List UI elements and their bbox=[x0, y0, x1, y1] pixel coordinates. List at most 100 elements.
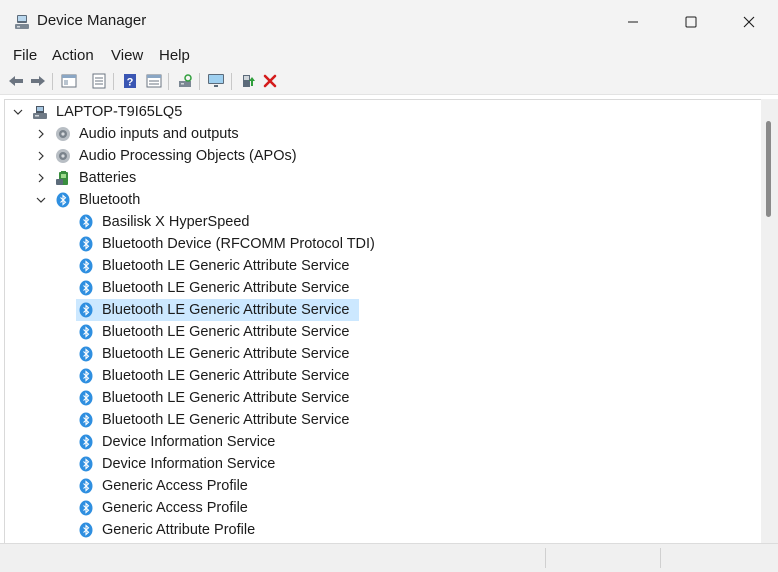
tree-category-batteries[interactable]: Batteries bbox=[5, 167, 762, 189]
forward-button[interactable] bbox=[29, 72, 47, 90]
status-bar bbox=[0, 543, 778, 572]
list-view-icon bbox=[92, 73, 106, 89]
device-label: Bluetooth LE Generic Attribute Service bbox=[102, 302, 350, 318]
tree-root[interactable]: LAPTOP-T9I65LQ5 bbox=[5, 101, 762, 123]
bluetooth-icon bbox=[79, 280, 93, 296]
menu-action[interactable]: Action bbox=[52, 47, 94, 64]
computer-icon bbox=[33, 106, 47, 119]
device-label: Bluetooth LE Generic Attribute Service bbox=[102, 368, 350, 384]
forward-icon bbox=[31, 76, 45, 86]
device-label: Bluetooth Device (RFCOMM Protocol TDI) bbox=[102, 236, 375, 252]
enable-device-button[interactable] bbox=[239, 72, 257, 90]
device-label: Bluetooth LE Generic Attribute Service bbox=[102, 324, 350, 340]
bluetooth-device-item[interactable]: Bluetooth LE Generic Attribute Service bbox=[76, 387, 762, 409]
window-title: Device Manager bbox=[37, 12, 147, 29]
device-label: Bluetooth LE Generic Attribute Service bbox=[102, 346, 350, 362]
toolbar-separator bbox=[113, 73, 114, 90]
update-driver-button[interactable] bbox=[207, 72, 225, 90]
bluetooth-icon bbox=[79, 324, 93, 340]
details-icon bbox=[146, 74, 162, 88]
details-button[interactable] bbox=[145, 72, 163, 90]
vertical-scrollbar[interactable] bbox=[761, 99, 778, 543]
back-icon bbox=[9, 76, 23, 86]
bluetooth-device-item[interactable]: Bluetooth LE Generic Attribute Service bbox=[76, 299, 359, 321]
chevron-right-icon[interactable] bbox=[35, 128, 47, 140]
enable-device-icon bbox=[243, 75, 255, 87]
toolbar-separator bbox=[199, 73, 200, 90]
bluetooth-device-item[interactable]: Generic Attribute Profile bbox=[76, 519, 762, 541]
help-button[interactable]: ? bbox=[121, 72, 139, 90]
tree-category-bluetooth[interactable]: Bluetooth bbox=[5, 189, 762, 211]
bluetooth-device-item[interactable]: Bluetooth Device (RFCOMM Protocol TDI) bbox=[76, 233, 762, 255]
minimize-icon bbox=[628, 21, 638, 23]
bluetooth-icon bbox=[56, 192, 70, 208]
chevron-down-icon[interactable] bbox=[12, 106, 24, 118]
maximize-button[interactable] bbox=[662, 0, 720, 44]
uninstall-icon bbox=[263, 74, 277, 88]
svg-text:?: ? bbox=[127, 77, 134, 89]
bluetooth-device-item[interactable]: Bluetooth LE Generic Attribute Service bbox=[76, 255, 762, 277]
bluetooth-icon bbox=[79, 214, 93, 230]
menu-bar: File Action View Help bbox=[0, 44, 778, 68]
bluetooth-icon bbox=[79, 412, 93, 428]
toolbar: ? bbox=[0, 68, 778, 95]
speaker-icon bbox=[56, 127, 70, 141]
scan-for-hardware-changes-button[interactable] bbox=[176, 72, 194, 90]
properties-button[interactable] bbox=[90, 72, 108, 90]
device-label: Device Information Service bbox=[102, 456, 276, 472]
close-button[interactable] bbox=[720, 0, 778, 44]
bluetooth-device-item[interactable]: Bluetooth LE Generic Attribute Service bbox=[76, 321, 762, 343]
back-button[interactable] bbox=[7, 72, 25, 90]
status-divider bbox=[660, 548, 661, 568]
device-label: Generic Attribute Profile bbox=[102, 522, 256, 538]
chevron-right-icon[interactable] bbox=[35, 172, 47, 184]
device-label: Bluetooth LE Generic Attribute Service bbox=[102, 280, 350, 296]
category-label: Audio Processing Objects (APOs) bbox=[79, 148, 297, 164]
tree-category-audio-inputs[interactable]: Audio inputs and outputs bbox=[5, 123, 762, 145]
bluetooth-icon bbox=[79, 236, 93, 252]
status-divider bbox=[545, 548, 546, 568]
bluetooth-icon bbox=[79, 434, 93, 450]
toolbar-separator bbox=[168, 73, 169, 90]
bluetooth-device-item[interactable]: Bluetooth LE Generic Attribute Service bbox=[76, 277, 762, 299]
show-hide-console-tree-button[interactable] bbox=[60, 72, 78, 90]
device-label: Basilisk X HyperSpeed bbox=[102, 214, 250, 230]
battery-icon bbox=[56, 171, 68, 185]
bluetooth-device-item[interactable]: Generic Access Profile bbox=[76, 497, 762, 519]
bluetooth-device-item[interactable]: Device Information Service bbox=[76, 431, 762, 453]
category-label: Audio inputs and outputs bbox=[79, 126, 239, 142]
bluetooth-icon bbox=[79, 478, 93, 494]
device-label: Bluetooth LE Generic Attribute Service bbox=[102, 412, 350, 428]
category-label: Bluetooth bbox=[79, 192, 141, 208]
device-label: Generic Access Profile bbox=[102, 500, 248, 516]
bluetooth-icon bbox=[79, 456, 93, 472]
chevron-right-icon[interactable] bbox=[35, 150, 47, 162]
bluetooth-icon bbox=[79, 258, 93, 274]
minimize-button[interactable] bbox=[604, 0, 662, 44]
device-tree[interactable]: LAPTOP-T9I65LQ5 Audio inputs and outputs… bbox=[4, 99, 762, 544]
menu-view[interactable]: View bbox=[111, 47, 143, 64]
bluetooth-device-item[interactable]: Bluetooth LE Generic Attribute Service bbox=[76, 365, 762, 387]
toolbar-separator bbox=[52, 73, 53, 90]
uninstall-device-button[interactable] bbox=[261, 72, 279, 90]
category-label: Batteries bbox=[79, 170, 137, 186]
maximize-icon bbox=[685, 16, 697, 28]
chevron-down-icon[interactable] bbox=[35, 194, 47, 206]
menu-help[interactable]: Help bbox=[159, 47, 190, 64]
bluetooth-icon bbox=[79, 368, 93, 384]
menu-file[interactable]: File bbox=[13, 47, 37, 64]
bluetooth-device-item[interactable]: Bluetooth LE Generic Attribute Service bbox=[76, 343, 762, 365]
device-label: Bluetooth LE Generic Attribute Service bbox=[102, 390, 350, 406]
bluetooth-device-item[interactable]: Generic Access Profile bbox=[76, 475, 762, 497]
scan-hardware-icon bbox=[179, 74, 192, 87]
bluetooth-device-item[interactable]: Basilisk X HyperSpeed bbox=[76, 211, 762, 233]
help-icon: ? bbox=[124, 74, 136, 89]
bluetooth-device-item[interactable]: Device Information Service bbox=[76, 453, 762, 475]
tree-category-apos[interactable]: Audio Processing Objects (APOs) bbox=[5, 145, 762, 167]
scrollbar-thumb[interactable] bbox=[766, 121, 771, 217]
computer-name: LAPTOP-T9I65LQ5 bbox=[56, 104, 183, 120]
bluetooth-device-item[interactable]: Bluetooth LE Generic Attribute Service bbox=[76, 409, 762, 431]
bluetooth-icon bbox=[79, 346, 93, 362]
device-label: Device Information Service bbox=[102, 434, 276, 450]
device-manager-app-icon bbox=[15, 15, 29, 29]
